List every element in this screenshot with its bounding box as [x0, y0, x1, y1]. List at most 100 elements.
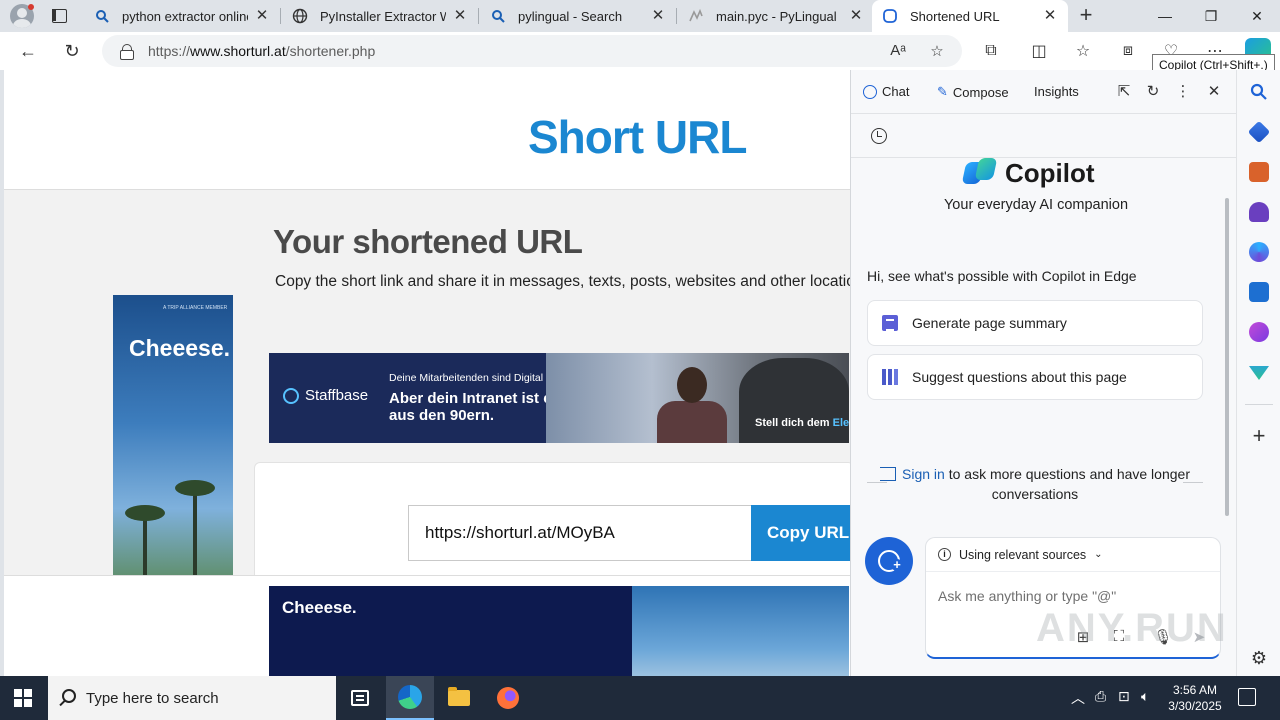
system-clock[interactable]: 3:56 AM 3/30/2025 [1156, 682, 1234, 714]
tab-title: Shortened URL [910, 8, 1000, 24]
search-icon [62, 689, 76, 703]
tab-main-pyc[interactable]: main.pyc - PyLingual ✕ [678, 0, 874, 32]
tab-actions-icon[interactable] [48, 6, 70, 26]
windows-taskbar: Type here to search ︿ ⎙ ⊡ 🔈︎ 3:56 AM 3/3… [0, 676, 1280, 720]
close-tab-icon[interactable]: ✕ [254, 8, 270, 24]
copilot-sidebar: Chat ✎ Compose Insights ⇱ ↻ ⋮ ✕ Copilot … [850, 70, 1237, 676]
divider-line [1183, 482, 1203, 483]
new-tab-plus-icon[interactable]: + [1074, 4, 1098, 28]
tab-title: PyInstaller Extractor WEB [320, 8, 446, 24]
ad-elephant [739, 358, 849, 443]
ad-cta: Stell dich dem Ele [755, 417, 849, 429]
microsoft-365-icon[interactable] [1249, 242, 1269, 262]
tab-divider [478, 8, 479, 24]
add-app-plus-icon[interactable]: + [1249, 425, 1269, 447]
address-bar[interactable]: https://www.shorturl.at/shortener.php Aᵃ… [102, 35, 962, 67]
drop-icon[interactable] [1249, 366, 1269, 380]
taskbar-file-explorer[interactable] [435, 676, 483, 720]
compose-pencil-icon: ✎ [937, 84, 948, 99]
gear-icon[interactable]: ⚙ [1249, 648, 1269, 668]
task-view-icon [351, 690, 369, 706]
site-logo[interactable]: Short URL [528, 110, 747, 164]
restore-icon[interactable]: ❐ [1188, 0, 1234, 32]
clock-date: 3/30/2025 [1168, 699, 1222, 713]
close-tab-icon[interactable]: ✕ [1042, 8, 1058, 24]
lock-icon[interactable] [120, 44, 134, 60]
tab-python-extractor[interactable]: python extractor online - ✕ [84, 0, 280, 32]
copilot-logo-icon [964, 158, 996, 186]
chevron-up-icon[interactable]: ︿ [1071, 688, 1085, 708]
palm-leaves [125, 505, 165, 521]
suggestion-questions[interactable]: Suggest questions about this page [867, 354, 1203, 400]
shopping-tag-icon[interactable] [1247, 120, 1271, 144]
sign-in-link[interactable]: Sign in [902, 466, 945, 482]
tab-chat[interactable]: Chat [863, 84, 909, 99]
staffbase-logo-icon [283, 387, 299, 404]
tools-briefcase-icon[interactable] [1249, 162, 1269, 182]
back-arrow-icon[interactable]: ← [15, 39, 41, 63]
tab-pylingual-search[interactable]: pylingual - Search ✕ [480, 0, 676, 32]
taskbar-firefox[interactable] [484, 676, 532, 720]
copy-url-button[interactable]: Copy URL [751, 505, 850, 561]
chat-input[interactable]: Ask me anything or type "@" [938, 588, 1116, 604]
games-chess-icon[interactable] [1249, 202, 1269, 222]
signin-prompt: Sign in to ask more questions and have l… [867, 464, 1203, 504]
refresh-icon[interactable]: ↻ [1143, 82, 1163, 102]
favorites-icon[interactable]: ☆ [1070, 39, 1096, 63]
task-view-button[interactable] [336, 676, 384, 720]
close-tab-icon[interactable]: ✕ [452, 8, 468, 24]
close-tab-icon[interactable]: ✕ [848, 8, 864, 24]
taskbar-search-box[interactable]: Type here to search [48, 676, 336, 720]
tab-shortened-url[interactable]: Shortened URL ✕ [872, 0, 1068, 32]
notifications-icon[interactable] [1238, 688, 1256, 706]
sidebar-scrollbar[interactable] [1225, 198, 1229, 516]
side-advertisement[interactable]: A TRIP ALLIANCE MEMBER Cheeese. [113, 295, 233, 580]
banner-advertisement[interactable]: Staffbase Deine Mitarbeitenden sind Digi… [269, 353, 849, 443]
sign-in-icon [880, 467, 897, 481]
close-tab-icon[interactable]: ✕ [650, 8, 666, 24]
volume-icon[interactable]: 🔈︎ [1141, 688, 1149, 705]
more-options-icon[interactable]: ⋮ [1173, 82, 1193, 102]
clock-time: 3:56 AM [1172, 683, 1218, 697]
outlook-icon[interactable] [1249, 282, 1269, 302]
ad-headline: Cheeese. [282, 598, 357, 617]
network-icon[interactable]: ⊡ [1118, 688, 1130, 705]
edge-browser-icon [398, 685, 422, 709]
read-aloud-icon[interactable]: Aᵃ [888, 42, 908, 60]
windows-start-icon[interactable] [14, 689, 32, 707]
refresh-icon[interactable]: ↻ [59, 39, 85, 63]
taskbar-edge[interactable] [386, 676, 434, 720]
device-icon[interactable]: ⎙ [1095, 688, 1106, 705]
collections-icon[interactable]: ⧈ [1115, 39, 1141, 63]
copilot-title: Copilot [1005, 158, 1095, 188]
minimize-icon[interactable]: — [1142, 0, 1188, 32]
bottom-advertisement[interactable]: Cheeese. [269, 586, 849, 676]
close-window-icon[interactable]: ✕ [1234, 0, 1280, 32]
sources-selector[interactable]: i Using relevant sources ⌄ [926, 538, 1220, 572]
copilot-greeting: Hi, see what's possible with Copilot in … [867, 268, 1137, 284]
ad-headline: Cheeese. [129, 335, 231, 361]
close-sidebar-icon[interactable]: ✕ [1204, 82, 1224, 102]
search-icon[interactable] [1249, 82, 1269, 102]
address-url[interactable]: https://www.shorturl.at/shortener.php [148, 43, 375, 59]
tab-compose[interactable]: ✎ Compose [937, 84, 1009, 100]
copilot-tagline: Your everyday AI companion [943, 197, 1129, 213]
extensions-icon[interactable]: ⧉ [978, 39, 1004, 63]
edge-sidebar: + ⚙ [1236, 70, 1280, 676]
tab-insights[interactable]: Insights [1034, 84, 1079, 99]
firefox-icon [497, 687, 519, 709]
open-in-new-window-icon[interactable]: ⇱ [1114, 82, 1134, 102]
navigation-bar: ← ↻ https://www.shorturl.at/shortener.ph… [0, 32, 1280, 70]
history-icon[interactable] [871, 128, 887, 144]
tab-divider [676, 8, 677, 24]
short-url-field[interactable]: https://shorturl.at/MOyBA [408, 505, 752, 561]
designer-icon[interactable] [1249, 322, 1269, 342]
favorite-star-icon[interactable]: ☆ [927, 42, 947, 60]
edge-sidebar-divider [1245, 404, 1273, 405]
tab-pyinstaller-extractor[interactable]: PyInstaller Extractor WEB ✕ [282, 0, 478, 32]
page-title: Your shortened URL [273, 223, 583, 260]
webpage-content: Short URL Your shortened URL Copy the sh… [4, 70, 850, 676]
split-screen-icon[interactable]: ◫ [1026, 39, 1052, 63]
suggestion-page-summary[interactable]: Generate page summary [867, 300, 1203, 346]
new-chat-button[interactable] [865, 537, 913, 585]
